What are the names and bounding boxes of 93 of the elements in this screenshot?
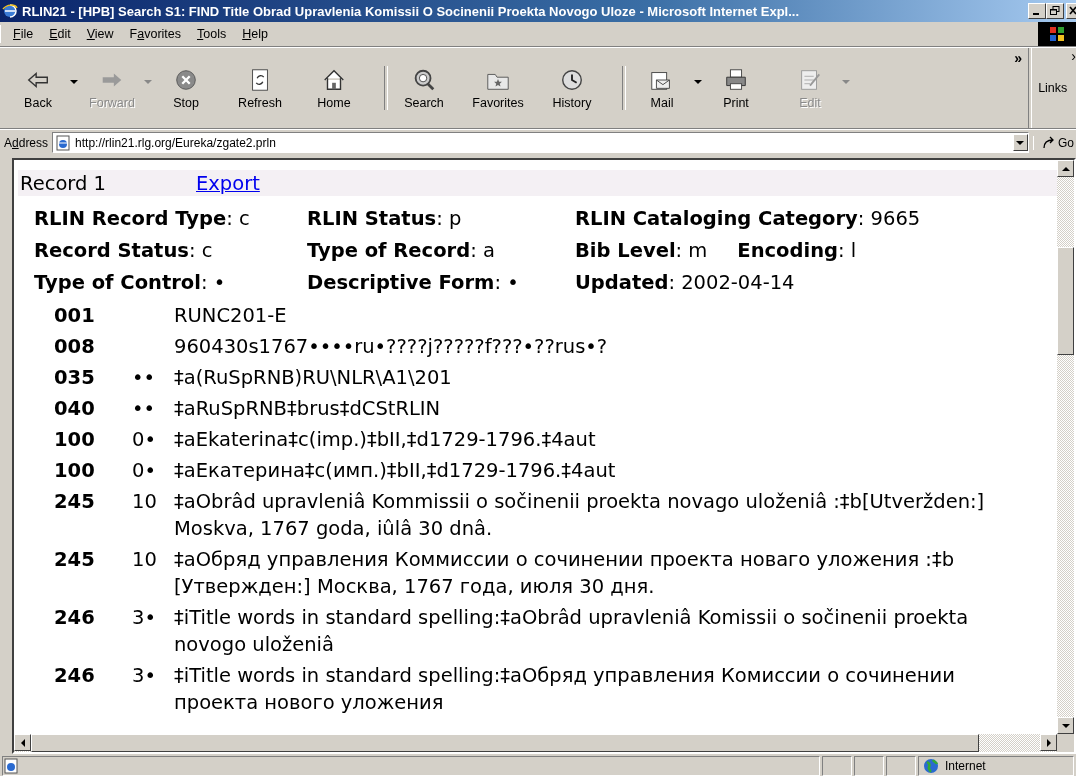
field-tag: 100 bbox=[54, 457, 132, 484]
record-attribute: Updated: 2002-04-14 bbox=[575, 270, 795, 294]
down-arrow-icon bbox=[1061, 723, 1070, 728]
field-indicators: •• bbox=[132, 365, 156, 391]
links-button[interactable]: Links bbox=[1032, 81, 1072, 95]
dropdown-arrow-icon[interactable] bbox=[70, 80, 78, 84]
field-tag: 040 bbox=[54, 395, 132, 422]
record-attribute: Descriptive Form: • bbox=[307, 270, 520, 294]
home-button[interactable]: Home bbox=[304, 63, 364, 113]
field-indicators: •• bbox=[132, 396, 156, 422]
scroll-left-button[interactable] bbox=[14, 734, 31, 751]
page-icon bbox=[55, 134, 72, 151]
field-tag: 001 bbox=[54, 302, 132, 329]
field-value: ‡aОбряд управления Коммиссии о сочинении проекта новаго уложения :‡b [Утвержден:] Москва, 1767 года, июля 30 дня. bbox=[174, 547, 955, 600]
curved-arrow-icon bbox=[1042, 135, 1056, 150]
printer-icon bbox=[723, 66, 749, 93]
record-attribute: RLIN Status: p bbox=[307, 206, 463, 230]
field-tag: 245 bbox=[54, 488, 132, 542]
field-indicators: 0• bbox=[132, 427, 157, 453]
status-panel bbox=[886, 756, 916, 776]
restore-icon bbox=[1049, 6, 1061, 16]
field-value: ‡aEkaterina‡c(imp.)‡bII,‡d1729-1796.‡4aut bbox=[174, 427, 596, 453]
menu-item[interactable]: View bbox=[78, 25, 122, 43]
record-attribute: Encoding: l bbox=[737, 238, 857, 262]
close-button[interactable] bbox=[1066, 3, 1076, 19]
menu-item[interactable]: Favorites bbox=[121, 25, 189, 43]
address-field[interactable]: http://rlin21.rlg.org/Eureka/zgate2.prln bbox=[52, 132, 1029, 153]
scroll-up-button[interactable] bbox=[1057, 160, 1074, 177]
dropdown-arrow-icon[interactable] bbox=[694, 80, 702, 84]
close-icon bbox=[1067, 6, 1076, 16]
field-indicators: 0• bbox=[132, 458, 157, 484]
windows-logo-icon bbox=[1038, 22, 1076, 46]
history-button[interactable]: History bbox=[542, 63, 602, 113]
field-indicators: 10 bbox=[132, 489, 158, 515]
record-attribute: RLIN Record Type: c bbox=[34, 206, 251, 230]
field-indicators: 10 bbox=[132, 547, 158, 573]
security-zone: Internet bbox=[918, 756, 1074, 776]
stop-button[interactable]: Stop bbox=[156, 63, 216, 113]
print-button[interactable]: Print bbox=[706, 63, 766, 113]
field-value: ‡iTitle words in standard spelling:‡aОбряд управления Комиссии о сочинении проекта нового уложения bbox=[174, 663, 955, 716]
status-panel bbox=[854, 756, 884, 776]
back-button[interactable]: Back bbox=[8, 63, 68, 113]
dropdown-button[interactable] bbox=[1013, 134, 1028, 151]
restore-button[interactable] bbox=[1046, 3, 1064, 19]
field-tag: 246 bbox=[54, 662, 132, 716]
record-attribute: Type of Control: • bbox=[34, 270, 227, 294]
favorites-button[interactable]: Favorites bbox=[468, 63, 528, 113]
field-value: ‡a(RuSpRNB)RU\NLR\A1\201 bbox=[174, 365, 452, 391]
menu-item[interactable]: Tools bbox=[189, 25, 235, 43]
more-chevron[interactable]: › bbox=[1071, 48, 1076, 64]
go-button[interactable]: Go bbox=[1033, 135, 1076, 150]
field-tag: 100 bbox=[54, 426, 132, 453]
right-arrow-icon bbox=[1046, 738, 1051, 747]
refresh-button[interactable]: Refresh bbox=[230, 63, 290, 113]
record-attribute: Type of Record: a bbox=[307, 238, 496, 262]
field-value: ‡aRuSpRNB‡brus‡dCStRLIN bbox=[174, 396, 441, 422]
up-arrow-icon bbox=[1061, 166, 1070, 171]
more-chevron[interactable]: » bbox=[1014, 50, 1023, 66]
menu-item[interactable]: Help bbox=[234, 25, 276, 43]
minimize-icon bbox=[1032, 13, 1039, 15]
mail-button[interactable]: Mail bbox=[632, 63, 692, 113]
page-icon bbox=[3, 758, 19, 774]
menu-item[interactable]: Edit bbox=[41, 25, 79, 43]
address-label: Address bbox=[4, 135, 49, 150]
field-indicators: 3• bbox=[132, 605, 157, 631]
record-number: Record 1 bbox=[19, 170, 107, 196]
scroll-thumb[interactable] bbox=[1057, 247, 1074, 355]
scroll-right-button[interactable] bbox=[1040, 734, 1057, 751]
field-value: ‡aObrâd upravleniâ Kommissii o sočinenii proekta novago uloženiâ :‡b[Utveržden:] Moskva, 1767 goda, iûlâ 30 dnâ. bbox=[174, 489, 985, 542]
scroll-down-button[interactable] bbox=[1057, 717, 1074, 734]
field-tag: 008 bbox=[54, 333, 132, 360]
field-tag: 245 bbox=[54, 546, 132, 600]
field-indicators: 3• bbox=[132, 663, 157, 689]
record-attribute: RLIN Cataloging Category: 9665 bbox=[575, 206, 921, 230]
field-value: ‡aЕкатерина‡c(имп.)‡bII,‡d1729-1796.‡4aut bbox=[174, 458, 616, 484]
browser-logo-icon bbox=[2, 3, 18, 19]
field-tag: 035 bbox=[54, 364, 132, 391]
status-panel bbox=[822, 756, 852, 776]
window-title: RLIN21 - [HPB] Search S1: FIND Title Obrad Upravlenia Komissii O Socinenii Proekta Novogo Uloze - Microsoft Internet Expl... bbox=[22, 3, 801, 19]
field-tag: 246 bbox=[54, 604, 132, 658]
field-value: ‡iTitle words in standard spelling:‡aObrâd upravleniâ Komissii o sočinenii proekta novogo uloženiâ bbox=[174, 605, 969, 658]
caret-icon bbox=[1016, 140, 1025, 145]
field-value: 960430s1767••••ru•????j?????f???•??rus•? bbox=[174, 334, 608, 360]
record-attribute: Bib Level: m bbox=[575, 238, 708, 262]
export-link[interactable]: Export bbox=[196, 171, 260, 195]
menu-item[interactable]: File bbox=[5, 25, 42, 43]
scrollbar-corner bbox=[1057, 734, 1074, 752]
left-arrow-icon bbox=[20, 738, 25, 747]
minimize-button[interactable] bbox=[1028, 3, 1046, 19]
field-value: RUNC201-E bbox=[174, 303, 287, 329]
record-attribute: Record Status: c bbox=[34, 238, 214, 262]
search-button[interactable]: Search bbox=[394, 63, 454, 113]
globe-icon bbox=[923, 758, 939, 774]
